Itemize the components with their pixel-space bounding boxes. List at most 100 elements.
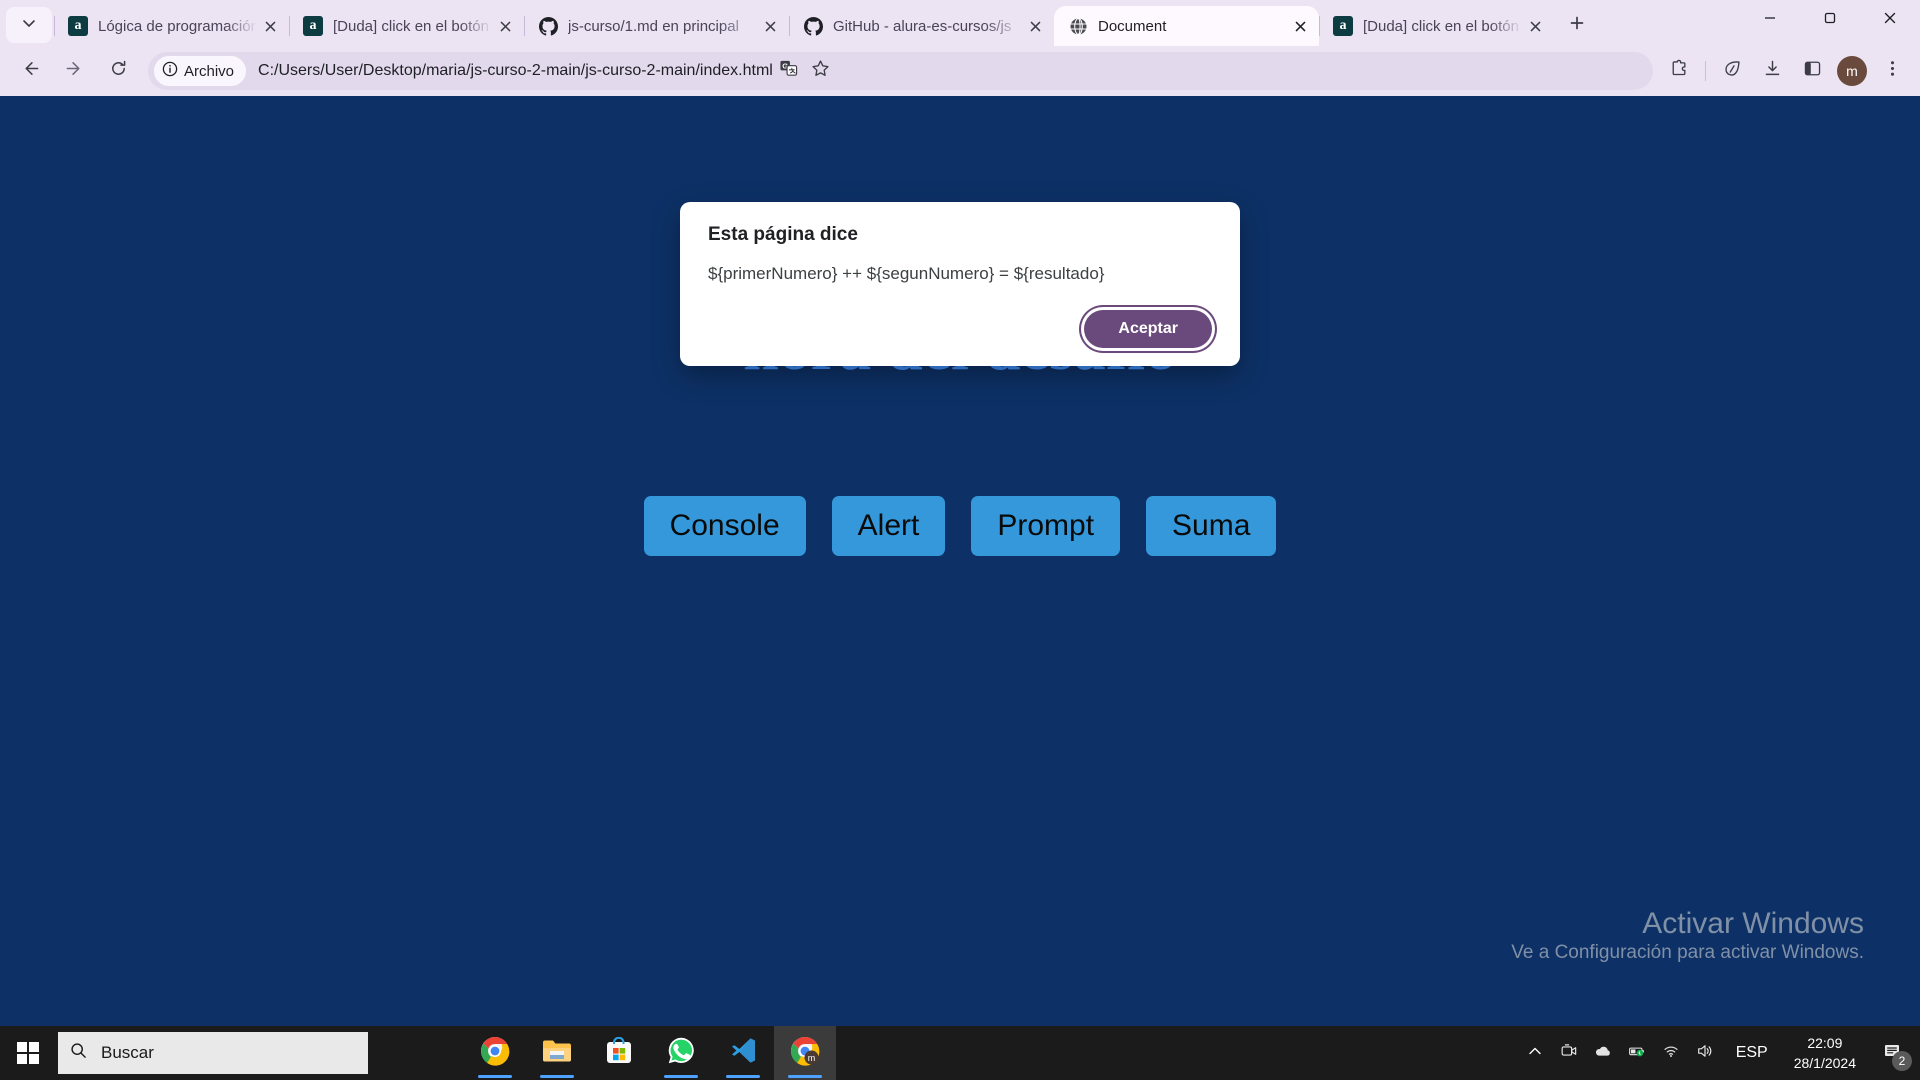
- bookmark-button[interactable]: [805, 55, 837, 87]
- tab-close-icon[interactable]: [757, 13, 783, 39]
- github-icon: [803, 16, 823, 36]
- window-controls: [1740, 0, 1920, 46]
- tab-0[interactable]: a Lógica de programación: e: [54, 6, 289, 46]
- address-bar[interactable]: Archivo C:/Users/User/Desktop/maria/js-c…: [148, 52, 1653, 90]
- chrome-icon: [480, 1036, 510, 1071]
- tab-close-icon[interactable]: [257, 13, 283, 39]
- taskbar-whatsapp[interactable]: [650, 1026, 712, 1080]
- reload-button[interactable]: [99, 52, 137, 90]
- dialog-actions: Aceptar: [708, 310, 1212, 348]
- tray-language[interactable]: ESP: [1722, 1044, 1782, 1062]
- running-indicator: [478, 1075, 512, 1078]
- tray-battery-button[interactable]: [1620, 1026, 1654, 1080]
- tab-close-icon[interactable]: [1522, 13, 1548, 39]
- search-icon: [70, 1042, 101, 1064]
- tab-close-icon[interactable]: [1022, 13, 1048, 39]
- tab-title: GitHub - alura-es-cursos/js: [833, 17, 1012, 35]
- side-panel-icon: [1803, 59, 1822, 83]
- download-icon: [1763, 59, 1782, 83]
- svg-text:m: m: [808, 1053, 816, 1063]
- close-button[interactable]: [1860, 0, 1920, 40]
- taskbar-file-explorer[interactable]: [526, 1026, 588, 1080]
- console-button[interactable]: Console: [643, 496, 806, 556]
- browser-window: a Lógica de programación: e a [Duda] cli…: [0, 0, 1920, 1026]
- security-chip[interactable]: Archivo: [154, 56, 247, 86]
- vscode-icon: [729, 1036, 758, 1070]
- minimize-button[interactable]: [1740, 0, 1800, 40]
- whatsapp-icon: [667, 1036, 696, 1070]
- back-button[interactable]: [11, 52, 49, 90]
- tab-2[interactable]: js-curso/1.md en principal: [524, 6, 789, 46]
- tab-1[interactable]: a [Duda] click en el botón | L: [289, 6, 524, 46]
- accept-button[interactable]: Aceptar: [1084, 310, 1212, 348]
- github-icon: [538, 16, 558, 36]
- prompt-button[interactable]: Prompt: [971, 496, 1121, 556]
- tray-clock[interactable]: 22:09 28/1/2024: [1782, 1033, 1868, 1074]
- running-indicator: [726, 1075, 760, 1078]
- side-panel-button[interactable]: [1794, 53, 1830, 89]
- taskbar-microsoft-store[interactable]: [588, 1026, 650, 1080]
- wifi-icon: [1662, 1042, 1680, 1065]
- taskbar-chrome-profile[interactable]: m: [774, 1026, 836, 1080]
- taskbar-chrome[interactable]: [464, 1026, 526, 1080]
- tray-date: 28/1/2024: [1793, 1055, 1856, 1071]
- windows-taskbar: Buscar m ESP 22:09 28/1/2024 2: [0, 1026, 1920, 1080]
- tab-close-icon[interactable]: [492, 13, 518, 39]
- star-icon: [811, 59, 830, 83]
- translate-button[interactable]: G: [773, 55, 805, 87]
- start-button[interactable]: [0, 1026, 56, 1080]
- windows-logo-icon: [17, 1042, 39, 1064]
- chrome-profile-icon: m: [790, 1036, 820, 1071]
- tab-search-button[interactable]: [6, 7, 52, 43]
- tab-5[interactable]: a [Duda] click en el botón | L: [1319, 6, 1554, 46]
- tray-overflow-button[interactable]: [1518, 1026, 1552, 1080]
- three-dots-menu-icon: [1883, 59, 1902, 83]
- taskbar-vscode[interactable]: [712, 1026, 774, 1080]
- forward-button[interactable]: [55, 52, 93, 90]
- dialog-message: ${primerNumero} ++ ${segunNumero} = ${re…: [708, 264, 1105, 283]
- tab-title: js-curso/1.md en principal: [568, 17, 739, 35]
- extensions-button[interactable]: [1661, 53, 1697, 89]
- puzzle-piece-icon: [1670, 59, 1689, 83]
- tray-volume-button[interactable]: [1688, 1026, 1722, 1080]
- minimize-icon: [1763, 11, 1777, 30]
- tray-onedrive-button[interactable]: [1586, 1026, 1620, 1080]
- omnibox-actions: G: [773, 55, 837, 87]
- notification-badge: 2: [1892, 1051, 1912, 1071]
- dialog-title: Esta página dice: [708, 224, 858, 245]
- profile-avatar[interactable]: m: [1837, 56, 1867, 86]
- tab-3[interactable]: GitHub - alura-es-cursos/js: [789, 6, 1054, 46]
- battery-icon: [1628, 1042, 1646, 1065]
- windows-activation-watermark: Activar Windows Ve a Configuración para …: [1511, 905, 1864, 965]
- notification-center-button[interactable]: 2: [1868, 1026, 1916, 1080]
- leaf-icon: [1723, 59, 1742, 83]
- page-button-group: Console Alert Prompt Suma: [0, 496, 1920, 556]
- microsoft-store-icon: [605, 1036, 633, 1070]
- maximize-button[interactable]: [1800, 0, 1860, 40]
- tray-meet-button[interactable]: [1552, 1026, 1586, 1080]
- chevron-up-icon: [1526, 1042, 1544, 1065]
- reload-icon: [109, 59, 128, 83]
- tab-4-active[interactable]: Document: [1054, 6, 1319, 46]
- new-tab-button[interactable]: [1560, 8, 1594, 42]
- taskbar-search[interactable]: Buscar: [58, 1032, 368, 1074]
- speaker-icon: [1696, 1042, 1714, 1065]
- tab-strip: a Lógica de programación: e a [Duda] cli…: [0, 0, 1920, 46]
- tab-title: [Duda] click en el botón | L: [333, 17, 492, 35]
- alert-button[interactable]: Alert: [831, 496, 946, 556]
- url-text: C:/Users/User/Desktop/maria/js-curso-2-m…: [258, 62, 773, 79]
- alura-icon: a: [1333, 16, 1353, 36]
- downloads-button[interactable]: [1754, 53, 1790, 89]
- forward-arrow-icon: [65, 59, 84, 83]
- watermark-title: Activar Windows: [1642, 906, 1864, 940]
- running-indicator: [664, 1075, 698, 1078]
- tray-wifi-button[interactable]: [1654, 1026, 1688, 1080]
- tab-close-icon[interactable]: [1287, 13, 1313, 39]
- taskbar-search-placeholder: Buscar: [101, 1043, 154, 1062]
- suma-button[interactable]: Suma: [1146, 496, 1277, 556]
- cloud-icon: [1594, 1042, 1612, 1065]
- tab-title: [Duda] click en el botón | L: [1363, 17, 1522, 35]
- browser-toolbar: Archivo C:/Users/User/Desktop/maria/js-c…: [0, 46, 1920, 96]
- performance-button[interactable]: [1714, 53, 1750, 89]
- browser-menu-button[interactable]: [1874, 53, 1910, 89]
